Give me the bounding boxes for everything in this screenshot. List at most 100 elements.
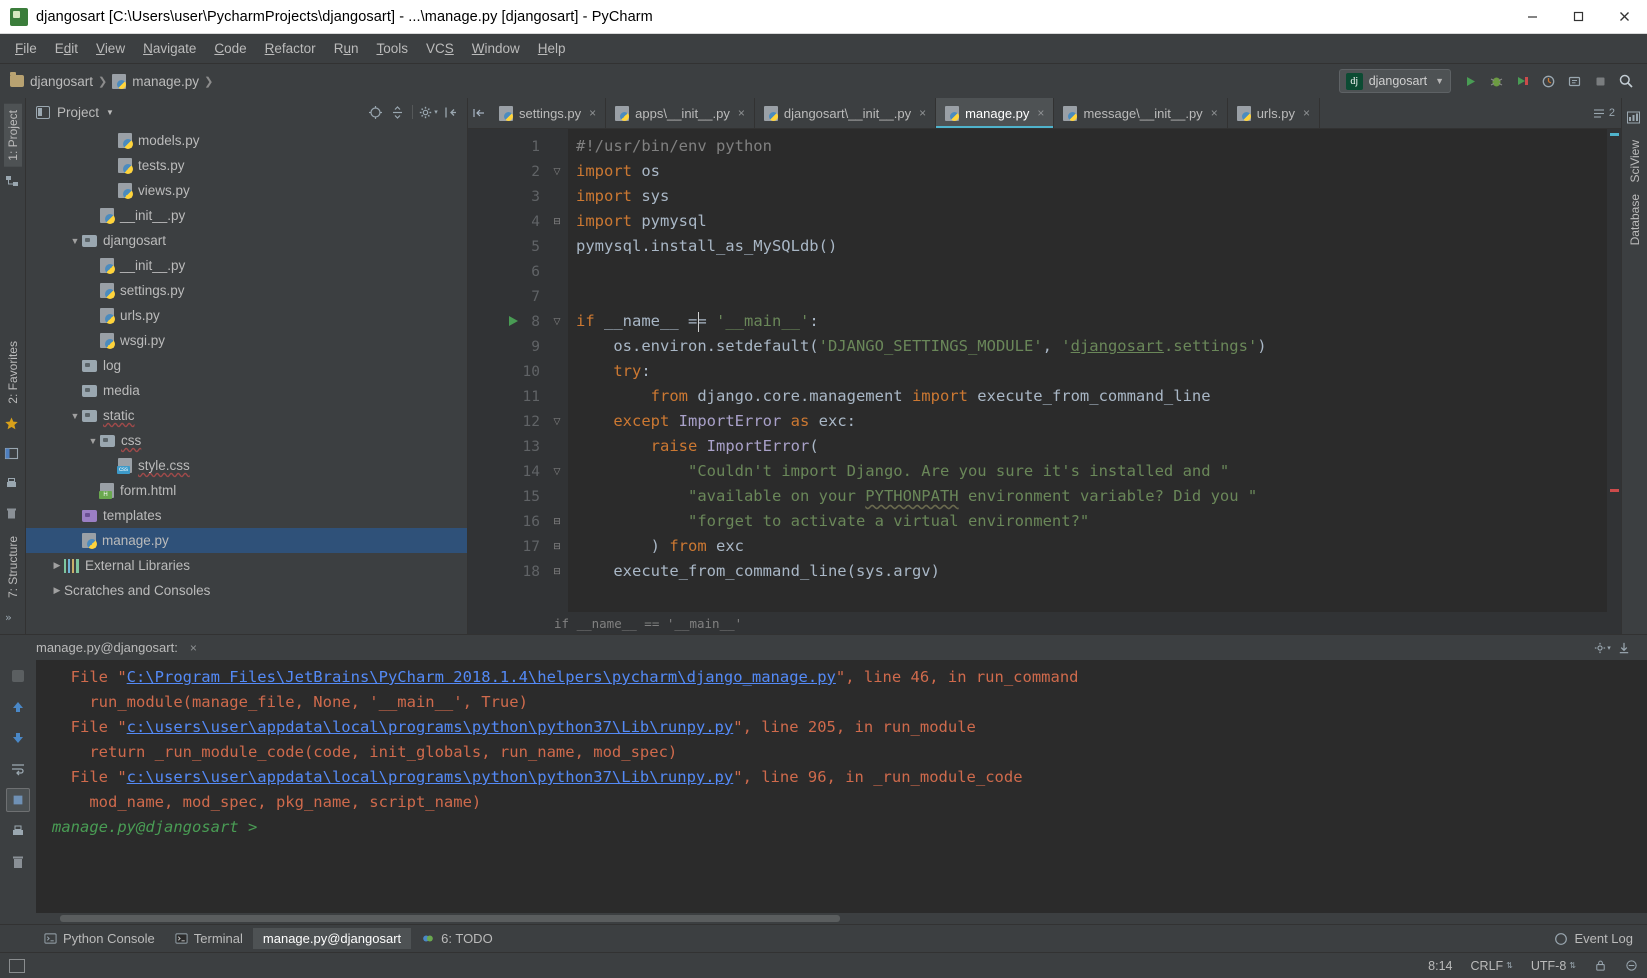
run-line-marker-icon[interactable] (508, 315, 519, 330)
bottom-tab-todo[interactable]: 6: TODO (411, 928, 503, 949)
tree-row[interactable]: Hform.html (26, 478, 467, 503)
code-fold-toggle[interactable]: ⊟ (546, 209, 568, 234)
run-button[interactable] (1457, 68, 1483, 94)
event-log-button[interactable]: Event Log (1554, 931, 1647, 946)
tree-row[interactable]: __init__.py (26, 253, 467, 278)
editor-tab[interactable]: apps\__init__.py × (606, 98, 755, 128)
menu-vcs[interactable]: VCS (417, 38, 463, 59)
close-icon[interactable]: × (738, 106, 745, 120)
code-fold-toggle[interactable]: ▽ (546, 459, 568, 484)
clear-all-button[interactable] (6, 850, 30, 874)
code-folding-gutter[interactable]: ▽ ⊟ ▽ ▽ ▽ ⊟ ⊟ ⊟ (546, 129, 568, 612)
favorites-star-icon[interactable] (4, 416, 22, 434)
tree-row[interactable]: settings.py (26, 278, 467, 303)
structure-icon[interactable] (4, 173, 22, 191)
bottom-tab-terminal[interactable]: Terminal (165, 928, 253, 949)
tree-row[interactable]: manage.py (26, 528, 467, 553)
editor-tab[interactable]: message\__init__.py × (1054, 98, 1228, 128)
editor-marker-gutter[interactable] (1607, 129, 1621, 612)
scroll-up-button[interactable] (6, 695, 30, 719)
tree-row[interactable]: views.py (26, 178, 467, 203)
tree-row[interactable]: models.py (26, 128, 467, 153)
rerun-button[interactable] (6, 664, 30, 688)
sidebar-item-project[interactable]: 1: Project (3, 104, 22, 167)
close-icon[interactable]: × (919, 106, 926, 120)
editor-tab[interactable]: manage.py × (936, 98, 1055, 128)
stop-button[interactable] (1587, 68, 1613, 94)
close-button[interactable] (1601, 0, 1647, 34)
minimize-button[interactable] (1509, 0, 1555, 34)
sciview-icon[interactable] (1626, 110, 1644, 128)
console-export-button[interactable] (1613, 637, 1635, 659)
file-encoding[interactable]: UTF-8 ⇅ (1522, 959, 1585, 973)
console-output[interactable]: File "C:\Program Files\JetBrains\PyCharm… (36, 660, 1647, 913)
locate-file-button[interactable] (364, 101, 386, 123)
tree-row[interactable]: urls.py (26, 303, 467, 328)
menu-view[interactable]: View (87, 38, 134, 59)
chevron-right-icon[interactable]: ▶ (50, 560, 64, 571)
profile-button[interactable] (1535, 68, 1561, 94)
status-bar-toggle[interactable] (0, 958, 34, 973)
menu-file[interactable]: File (6, 38, 46, 59)
bottom-tab-python-console[interactable]: Python Console (34, 928, 165, 949)
sidebar-item-sciview[interactable]: SciView (1626, 134, 1644, 188)
code-editor[interactable]: 1 2 3 4 5 6 7 8 9 10 11 12 13 14 15 16 17 18 ▽ ⊟ ▽ ▽ ▽ ⊟ ⊟ ⊟ #!/… (468, 129, 1621, 612)
collapse-all-button[interactable] (386, 101, 408, 123)
chevron-right-icon[interactable]: ▶ (50, 585, 64, 596)
tree-row[interactable]: wsgi.py (26, 328, 467, 353)
close-icon[interactable]: × (1303, 106, 1310, 120)
tree-row[interactable]: ▶ External Libraries (26, 553, 467, 578)
pin-tab-button[interactable] (6, 788, 30, 812)
menu-code[interactable]: Code (205, 38, 255, 59)
tree-row[interactable]: __init__.py (26, 203, 467, 228)
tree-row[interactable]: ▶ Scratches and Consoles (26, 578, 467, 603)
settings-gear-button[interactable]: ▾ (417, 101, 439, 123)
hide-panel-button[interactable] (439, 101, 461, 123)
coverage-button[interactable] (1509, 68, 1535, 94)
line-separator[interactable]: CRLF ⇅ (1462, 959, 1522, 973)
code-fold-toggle[interactable]: ▽ (546, 409, 568, 434)
menu-navigate[interactable]: Navigate (134, 38, 205, 59)
tree-row[interactable]: css style.css (26, 453, 467, 478)
tree-row[interactable]: media (26, 378, 467, 403)
sidebar-item-favorites[interactable]: 2: Favorites (4, 335, 22, 410)
scrollbar-thumb[interactable] (60, 915, 840, 922)
delete-panel-icon[interactable] (4, 506, 22, 524)
tree-row[interactable]: tests.py (26, 153, 467, 178)
code-fold-toggle[interactable]: ⊟ (546, 509, 568, 534)
breadcrumb-file[interactable]: manage.py ❯ (112, 73, 218, 89)
lock-icon[interactable] (1585, 959, 1616, 972)
run-configuration-selector[interactable]: dj djangosart ▼ (1338, 69, 1451, 93)
file-path-link[interactable]: C:\Program Files\JetBrains\PyCharm 2018.… (127, 668, 836, 686)
file-path-link[interactable]: c:\users\user\appdata\local\programs\pyt… (127, 768, 734, 786)
print-panel-icon[interactable] (4, 476, 22, 494)
menu-help[interactable]: Help (529, 38, 575, 59)
code-fold-toggle[interactable]: ▽ (546, 309, 568, 334)
sciview-panel-icon[interactable] (4, 446, 22, 464)
debug-button[interactable] (1483, 68, 1509, 94)
close-icon[interactable]: × (190, 641, 197, 655)
expand-strip-icon[interactable]: » (4, 610, 22, 628)
editor-tab[interactable]: settings.py × (490, 98, 607, 128)
chevron-down-icon[interactable]: ▼ (106, 108, 114, 117)
search-everywhere-button[interactable] (1613, 68, 1639, 94)
chevron-down-icon[interactable]: ▼ (86, 436, 100, 446)
inspection-icon[interactable] (1616, 959, 1647, 972)
close-icon[interactable]: × (589, 106, 596, 120)
breadcrumb-project[interactable]: djangosart ❯ (10, 72, 112, 89)
chevron-down-icon[interactable]: ▼ (68, 411, 82, 421)
tree-row[interactable]: templates (26, 503, 467, 528)
menu-edit[interactable]: Edit (46, 38, 87, 59)
code-content[interactable]: #!/usr/bin/env python import os import sys… (568, 129, 1607, 612)
console-horizontal-scrollbar[interactable] (0, 913, 1647, 924)
menu-run[interactable]: Run (325, 38, 368, 59)
project-tree[interactable]: models.py tests.py views.py __init__.py ▼ dja… (26, 126, 467, 634)
close-icon[interactable]: × (1037, 106, 1044, 120)
file-path-link[interactable]: c:\users\user\appdata\local\programs\pyt… (127, 718, 734, 736)
attach-button[interactable] (1561, 68, 1587, 94)
print-button[interactable] (6, 819, 30, 843)
soft-wrap-button[interactable] (6, 757, 30, 781)
close-icon[interactable]: × (1211, 106, 1218, 120)
editor-tab[interactable]: urls.py × (1228, 98, 1321, 128)
maximize-button[interactable] (1555, 0, 1601, 34)
